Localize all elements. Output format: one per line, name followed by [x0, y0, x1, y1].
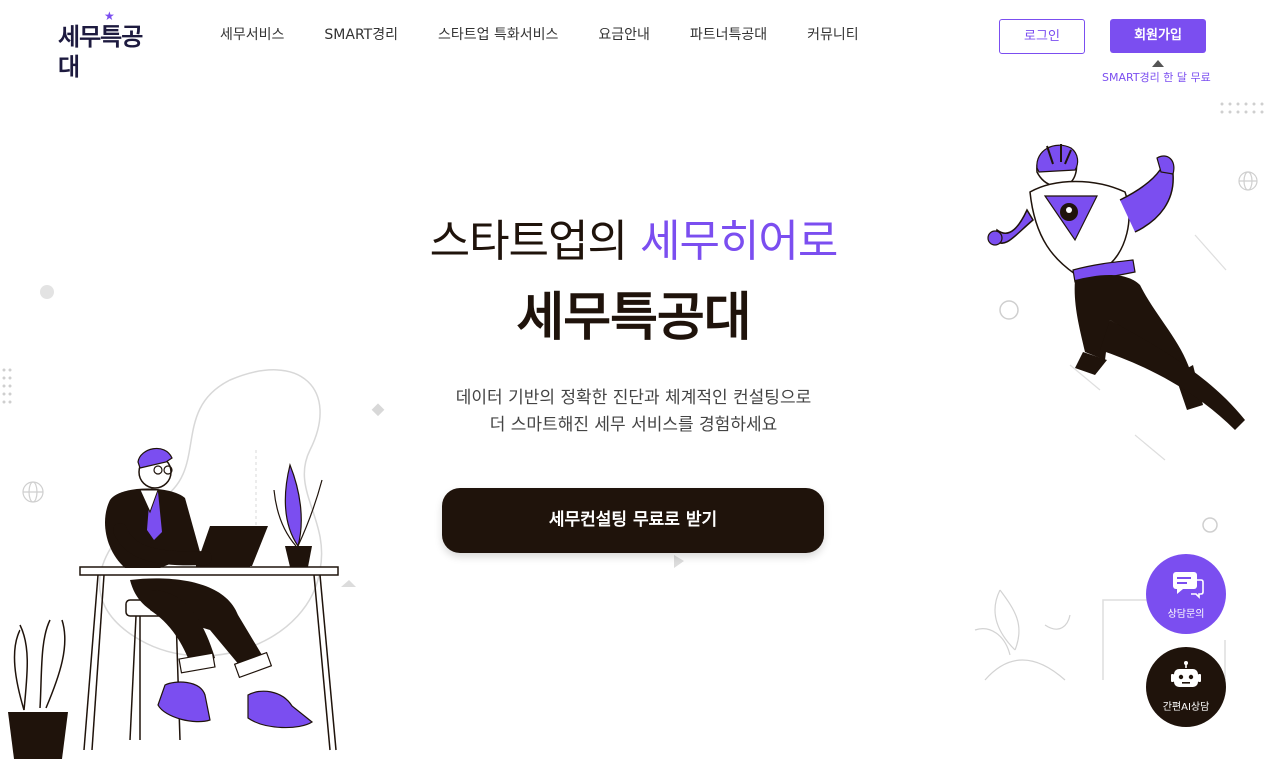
- robot-icon: [1171, 661, 1201, 687]
- join-button[interactable]: 회원가입: [1110, 19, 1206, 53]
- ai-consult-fab-button[interactable]: 간편AI상담: [1146, 647, 1226, 727]
- nav-item-startup-service[interactable]: 스타트업 특화서비스: [438, 24, 558, 46]
- consult-fab-label: 상담문의: [1167, 609, 1205, 620]
- nav-item-smart-bookkeeping[interactable]: SMART경리: [324, 24, 398, 46]
- tooltip-arrow: [1152, 60, 1164, 67]
- hero-headline-accent: 세무히어로: [639, 216, 838, 267]
- hero-description: 데이터 기반의 정확한 진단과 체계적인 컨설팅으로 더 스마트해진 세무 서비…: [0, 385, 1267, 439]
- star-icon: ★: [104, 9, 115, 23]
- desk-worker-illustration: [8, 447, 339, 759]
- nav-item-pricing[interactable]: 요금안내: [598, 24, 650, 46]
- nav-item-partner[interactable]: 파트너특공대: [690, 24, 767, 46]
- nav-item-community[interactable]: 커뮤니티: [807, 24, 859, 46]
- nav-item-tax-service[interactable]: 세무서비스: [220, 24, 284, 46]
- logo-text: 세무특공대: [58, 23, 143, 81]
- chat-bubbles-icon: [1173, 572, 1204, 599]
- dot-grid-decoration: [1220, 102, 1264, 114]
- potted-plant-left: [8, 619, 68, 759]
- hero-description-line2: 더 스마트해진 세무 서비스를 경험하세요: [489, 415, 778, 435]
- hero-headline-line2: 세무특공대: [516, 288, 751, 348]
- hero-description-line1: 데이터 기반의 정확한 진단과 체계적인 컨설팅으로: [455, 388, 812, 408]
- ai-consult-fab-label: 간편AI상담: [1162, 702, 1210, 713]
- logo[interactable]: ★ 세무특공대: [58, 9, 162, 81]
- main-nav: 세무서비스 SMART경리 스타트업 특화서비스 요금안내 파트너특공대 커뮤니…: [220, 24, 859, 46]
- login-button[interactable]: 로그인: [999, 19, 1085, 54]
- hero-headline-prefix: 스타트업의: [429, 216, 640, 267]
- consult-fab-button[interactable]: 상담문의: [1146, 554, 1226, 634]
- site-header: ★ 세무특공대 세무서비스 SMART경리 스타트업 특화서비스 요금안내 파트…: [0, 0, 1267, 84]
- hero-headline-line1: 스타트업의 세무히어로: [0, 212, 1267, 272]
- free-consulting-button[interactable]: 세무컨설팅 무료로 받기: [442, 488, 824, 553]
